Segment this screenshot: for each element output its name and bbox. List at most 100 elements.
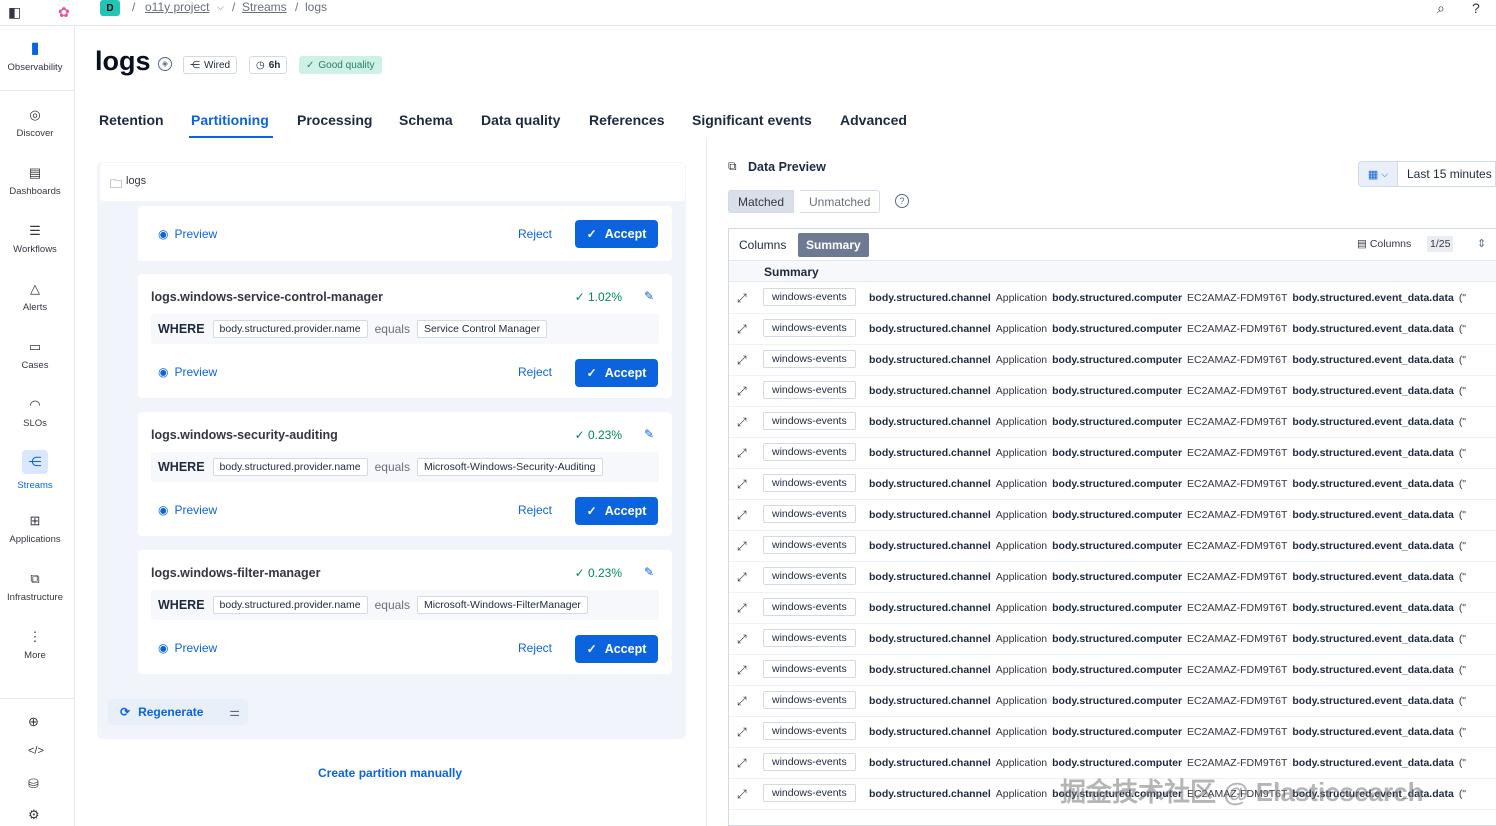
expand-row-icon[interactable]: ⤢ <box>737 787 747 802</box>
breadcrumb-streams[interactable]: Streams <box>242 0 287 14</box>
edit-pencil-icon[interactable]: ✎ <box>644 289 654 303</box>
elastic-logo-icon[interactable]: ✿ <box>58 4 70 21</box>
tab-schema[interactable]: Schema <box>399 112 453 128</box>
breadcrumb-project[interactable]: o11y project <box>145 0 209 14</box>
date-picker-button[interactable]: ▦ ⌵ <box>1358 161 1398 187</box>
expand-row-icon[interactable]: ⤢ <box>737 570 747 585</box>
unmatched-toggle[interactable]: Unmatched <box>800 190 881 213</box>
slos-icon: ◠ <box>29 397 41 412</box>
field-value: EC2AMAZ-FDM9T6T <box>1187 571 1288 583</box>
reject-button[interactable]: Reject <box>518 641 552 655</box>
tab-retention[interactable]: Retention <box>99 112 164 128</box>
expand-row-icon[interactable]: ⤢ <box>737 663 747 678</box>
tab-references[interactable]: References <box>589 112 665 128</box>
sidebar-toggle-icon[interactable]: ◧ <box>8 4 21 21</box>
expand-row-icon[interactable]: ⤢ <box>737 353 747 368</box>
nav-more[interactable]: ⋮ More <box>0 630 70 662</box>
condition-field[interactable]: body.structured.provider.name <box>212 320 368 338</box>
partition-percentage: ✓ 0.23% <box>575 428 622 442</box>
reject-button[interactable]: Reject <box>518 227 552 241</box>
nav-streams[interactable]: ⋲ Streams <box>0 450 70 491</box>
summary-view-tab[interactable]: Summary <box>798 233 869 257</box>
columns-view-tab[interactable]: Columns <box>731 233 794 257</box>
reject-button[interactable]: Reject <box>518 365 552 379</box>
expand-row-icon[interactable]: ⤢ <box>737 322 747 337</box>
nav-alerts[interactable]: △ Alerts <box>0 282 70 314</box>
nav-discover[interactable]: ◎ Discover <box>0 108 70 140</box>
condition-operator[interactable]: equals <box>375 598 410 612</box>
stream-info-icon[interactable]: ◈ <box>158 57 172 71</box>
preview-button[interactable]: ◉ Preview <box>158 503 217 517</box>
expand-row-icon[interactable]: ⤢ <box>737 601 747 616</box>
date-range-display[interactable]: Last 15 minutes <box>1398 161 1496 187</box>
condition-field[interactable]: body.structured.provider.name <box>212 458 368 476</box>
preview-button[interactable]: ◉ Preview <box>158 641 217 655</box>
nav-dashboards[interactable]: ▤ Dashboards <box>0 166 70 198</box>
expand-row-icon[interactable]: ⤢ <box>737 756 747 771</box>
nav-infrastructure[interactable]: ⧉ Infrastructure <box>0 572 70 604</box>
workflows-icon: ☰ <box>29 223 41 238</box>
create-partition-manually-link[interactable]: Create partition manually <box>318 766 462 780</box>
condition-row: WHERE body.structured.provider.name equa… <box>151 314 659 344</box>
columns-selector[interactable]: ▤ Columns <box>1357 238 1411 250</box>
regenerate-button[interactable]: ⟳ Regenerate ⚌ <box>108 699 248 725</box>
stream-badge: windows-events <box>763 381 856 399</box>
add-data-icon[interactable]: ⊕ <box>28 714 39 730</box>
summary-values: body.structured.channel Application body.s… <box>869 540 1471 552</box>
active-tab-indicator <box>189 136 273 138</box>
condition-value[interactable]: Microsoft-Windows-FilterManager <box>416 596 588 614</box>
nav-applications[interactable]: ⊞ Applications <box>0 514 70 546</box>
expand-row-icon[interactable]: ⤢ <box>737 415 747 430</box>
settings-gear-icon[interactable]: ⚙ <box>28 807 40 823</box>
tab-data-quality[interactable]: Data quality <box>481 112 560 128</box>
stream-badge: windows-events <box>763 350 856 368</box>
pct-value: 0.23% <box>587 428 622 442</box>
edit-pencil-icon[interactable]: ✎ <box>644 565 654 579</box>
tab-significant-events[interactable]: Significant events <box>692 112 812 128</box>
accept-button[interactable]: ✓ Accept <box>575 220 658 248</box>
folder-icon: 🗀 <box>110 177 123 191</box>
expand-row-icon[interactable]: ⤢ <box>737 446 747 461</box>
expand-row-icon[interactable]: ⤢ <box>737 725 747 740</box>
nav-workflows[interactable]: ☰ Workflows <box>0 223 70 256</box>
preview-button[interactable]: ◉ Preview <box>158 227 217 241</box>
partition-card: logs.windows-filter-manager ✓ 0.23% ✎ WH… <box>138 550 672 674</box>
expand-row-icon[interactable]: ⤢ <box>737 632 747 647</box>
help-icon[interactable]: ? <box>1472 0 1480 16</box>
columns-label: Columns <box>1369 238 1412 250</box>
edit-pencil-icon[interactable]: ✎ <box>644 427 654 441</box>
search-icon[interactable]: ⌕ <box>1437 0 1445 17</box>
accept-button[interactable]: ✓ Accept <box>575 359 658 387</box>
condition-operator[interactable]: equals <box>375 322 410 336</box>
expand-row-icon[interactable]: ⤢ <box>737 508 747 523</box>
expand-row-icon[interactable]: ⤢ <box>737 539 747 554</box>
question-icon[interactable]: ? <box>895 194 909 208</box>
accept-button[interactable]: ✓ Accept <box>575 497 658 525</box>
nav-cases[interactable]: ▭ Cases <box>0 340 70 372</box>
preview-button[interactable]: ◉ Preview <box>158 365 217 379</box>
space-avatar[interactable]: D <box>100 0 120 16</box>
field-value: Application <box>995 633 1048 645</box>
chevron-down-icon[interactable]: ⌵ <box>217 2 224 13</box>
condition-operator[interactable]: equals <box>375 460 410 474</box>
condition-field[interactable]: body.structured.provider.name <box>212 596 368 614</box>
expand-row-icon[interactable]: ⤢ <box>737 694 747 709</box>
expand-row-icon[interactable]: ⤢ <box>737 291 747 306</box>
tab-advanced[interactable]: Advanced <box>840 112 907 128</box>
reject-button[interactable]: Reject <box>518 503 552 517</box>
expand-row-icon[interactable]: ⤢ <box>737 477 747 492</box>
dev-tools-icon[interactable]: </> <box>28 745 44 757</box>
condition-value[interactable]: Service Control Manager <box>416 320 548 338</box>
matched-toggle[interactable]: Matched <box>728 190 795 213</box>
nav-observability[interactable]: ▮ Observability <box>0 41 70 74</box>
data-management-icon[interactable]: ⛁ <box>28 776 39 792</box>
tab-partitioning[interactable]: Partitioning <box>191 112 269 128</box>
accept-button[interactable]: ✓ Accept <box>575 635 658 663</box>
condition-value[interactable]: Microsoft-Windows-Security-Auditing <box>416 458 603 476</box>
sort-icon[interactable]: ⇕ <box>1477 237 1486 250</box>
nav-slos[interactable]: ◠ SLOs <box>0 397 70 430</box>
field-value: (" <box>1458 726 1467 738</box>
expand-row-icon[interactable]: ⤢ <box>737 384 747 399</box>
settings-sliders-icon[interactable]: ⚌ <box>229 705 240 719</box>
tab-processing[interactable]: Processing <box>297 112 372 128</box>
